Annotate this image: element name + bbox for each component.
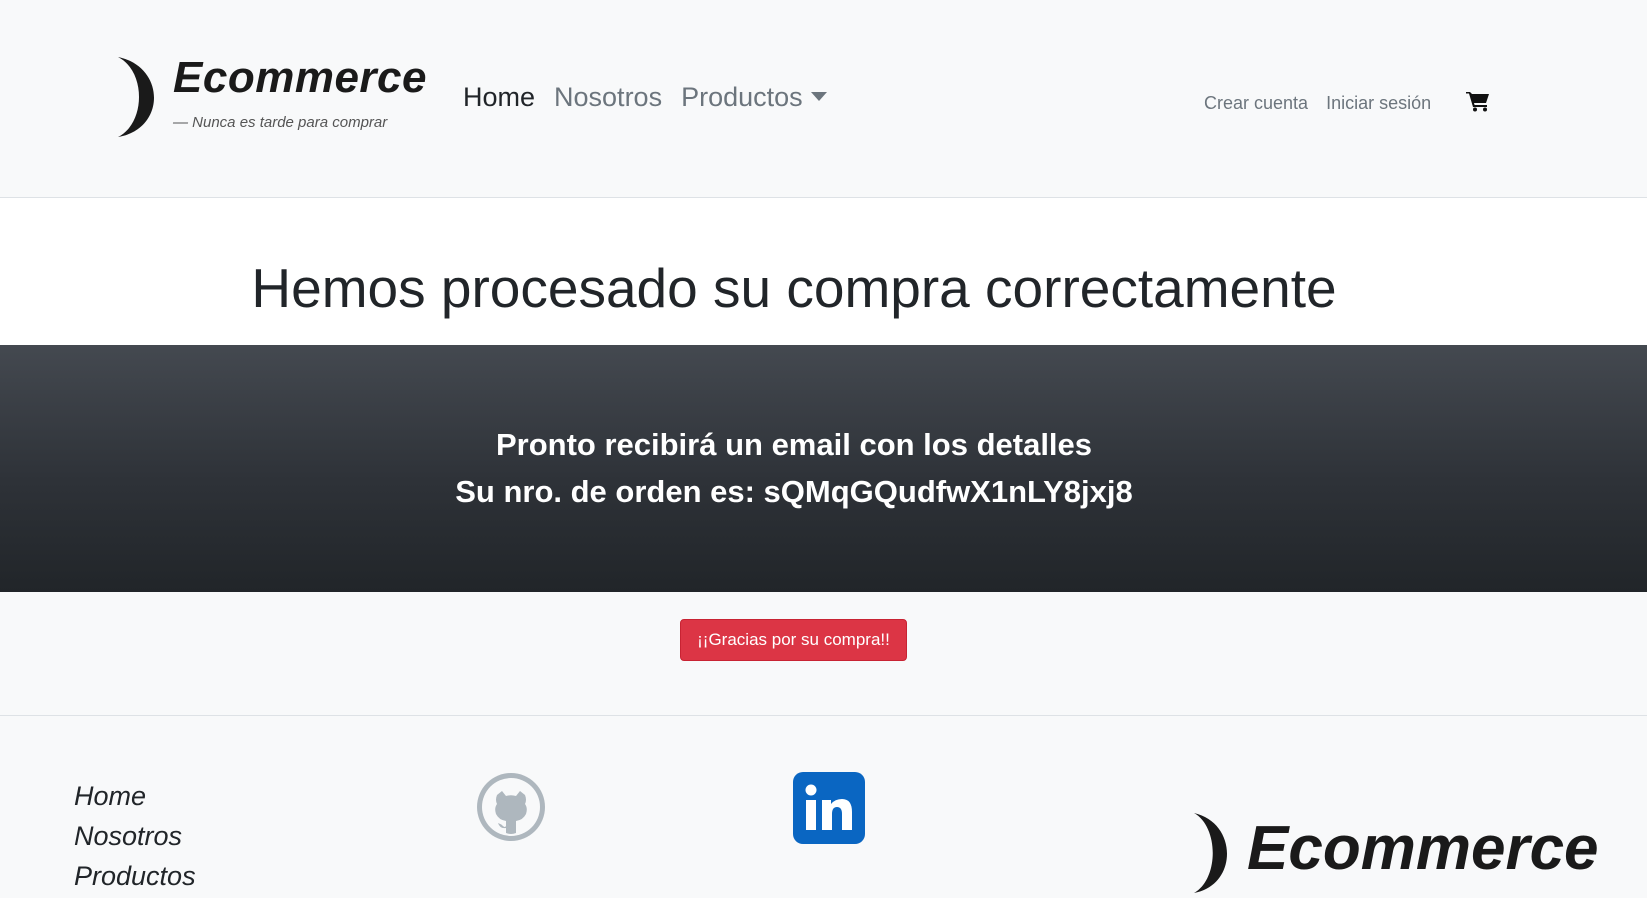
page: Ecommerce — Nunca es tarde para comprar …	[0, 0, 1647, 898]
cart-icon[interactable]	[1466, 90, 1490, 112]
linkedin-icon[interactable]	[793, 772, 865, 844]
github-icon[interactable]	[475, 771, 547, 843]
title-section: Hemos procesado su compra correctamente	[0, 198, 1647, 345]
nav-home[interactable]: Home	[463, 82, 535, 113]
footer-brand-name: Ecommerce	[1247, 814, 1599, 883]
page-title: Hemos procesado su compra correctamente	[251, 257, 1337, 319]
nav-products-dropdown[interactable]: Productos	[681, 82, 827, 113]
footer-brand-logo: Ecommerce	[1192, 811, 1612, 898]
nav-about[interactable]: Nosotros	[554, 82, 662, 113]
order-number: Su nro. de orden es: sQMqGQudfwX1nLY8jxj…	[455, 474, 1133, 509]
brand-name: Ecommerce	[173, 53, 427, 102]
linkedin-glyph	[805, 784, 852, 830]
brand-tagline: — Nunca es tarde para comprar	[173, 114, 388, 131]
create-account-link[interactable]: Crear cuenta	[1204, 93, 1308, 114]
site-footer: Home Nosotros Productos Ecommerce	[0, 715, 1647, 898]
footer-link-home[interactable]: Home	[74, 776, 196, 816]
footer-nav: Home Nosotros Productos	[74, 776, 196, 896]
site-header: Ecommerce — Nunca es tarde para comprar …	[0, 0, 1647, 198]
brand-logo[interactable]: Ecommerce — Nunca es tarde para comprar	[116, 50, 426, 140]
thanks-button[interactable]: ¡¡Gracias por su compra!!	[680, 619, 907, 661]
footer-link-about[interactable]: Nosotros	[74, 816, 196, 856]
main-nav: Home Nosotros Productos	[463, 82, 846, 113]
login-link[interactable]: Iniciar sesión	[1326, 93, 1431, 114]
footer-link-products[interactable]: Productos	[74, 856, 196, 896]
account-links: Crear cuenta Iniciar sesión	[1204, 93, 1449, 114]
nav-products-label: Productos	[681, 82, 803, 112]
crescent-moon-icon	[1194, 813, 1227, 893]
crescent-moon-icon	[118, 57, 154, 137]
order-confirmation-banner: Pronto recibirá un email con los detalle…	[0, 345, 1647, 592]
email-notice: Pronto recibirá un email con los detalle…	[495, 427, 1093, 462]
caret-down-icon	[810, 92, 827, 102]
